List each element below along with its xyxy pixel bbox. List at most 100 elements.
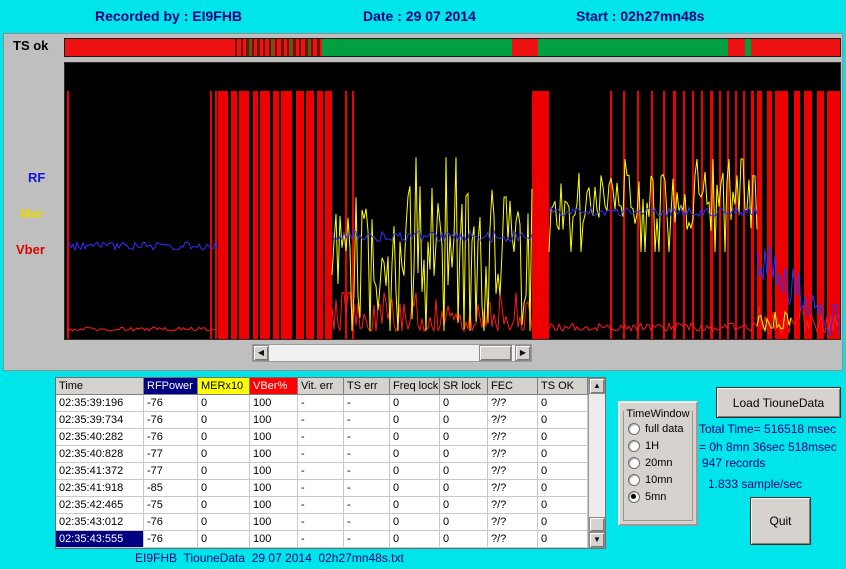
- column-header-freq-lock[interactable]: Freq lock: [390, 378, 440, 395]
- table-cell[interactable]: 0: [390, 446, 440, 463]
- table-cell[interactable]: 0: [538, 514, 588, 531]
- table-row[interactable]: 02:35:40:828-770100--00?/?0: [56, 446, 588, 463]
- table-cell[interactable]: 0: [538, 463, 588, 480]
- table-cell[interactable]: -: [298, 446, 344, 463]
- column-header-sr-lock[interactable]: SR lock: [440, 378, 488, 395]
- scroll-up-button[interactable]: ▲: [589, 378, 605, 394]
- table-cell[interactable]: 0: [390, 429, 440, 446]
- table-row[interactable]: 02:35:43:012-760100--00?/?0: [56, 514, 588, 531]
- table-cell[interactable]: 100: [250, 412, 298, 429]
- table-cell[interactable]: ?/?: [488, 531, 538, 548]
- table-cell[interactable]: 100: [250, 531, 298, 548]
- table-cell[interactable]: -: [344, 514, 390, 531]
- table-cell[interactable]: -: [344, 531, 390, 548]
- table-cell[interactable]: -: [298, 395, 344, 412]
- table-cell[interactable]: 0: [198, 531, 250, 548]
- table-cell[interactable]: 0: [390, 514, 440, 531]
- scrollbar-thumb[interactable]: [589, 517, 605, 532]
- table-cell[interactable]: 02:35:42:465: [56, 497, 144, 514]
- table-cell[interactable]: -: [344, 480, 390, 497]
- table-cell[interactable]: -76: [144, 412, 198, 429]
- table-cell[interactable]: 100: [250, 514, 298, 531]
- table-cell[interactable]: -: [344, 463, 390, 480]
- table-cell[interactable]: 100: [250, 446, 298, 463]
- table-cell[interactable]: -77: [144, 446, 198, 463]
- table-cell[interactable]: 0: [198, 497, 250, 514]
- table-cell[interactable]: 02:35:39:196: [56, 395, 144, 412]
- table-cell[interactable]: ?/?: [488, 395, 538, 412]
- table-cell[interactable]: 0: [440, 446, 488, 463]
- table-cell[interactable]: 0: [538, 429, 588, 446]
- table-cell[interactable]: ?/?: [488, 429, 538, 446]
- table-cell[interactable]: 0: [440, 412, 488, 429]
- table-row[interactable]: 02:35:41:372-770100--00?/?0: [56, 463, 588, 480]
- load-tiounedata-button[interactable]: Load TiouneData: [716, 387, 841, 418]
- table-cell[interactable]: 0: [198, 514, 250, 531]
- column-header-vber-[interactable]: VBer%: [250, 378, 298, 395]
- table-cell[interactable]: 0: [538, 446, 588, 463]
- chart-scrollbar[interactable]: ◀ ▶: [252, 344, 532, 362]
- table-cell[interactable]: 0: [440, 531, 488, 548]
- table-cell[interactable]: 0: [390, 395, 440, 412]
- timewindow-option-20mn[interactable]: 20mn: [628, 454, 684, 471]
- quit-button[interactable]: Quit: [750, 497, 811, 545]
- table-cell[interactable]: 0: [390, 463, 440, 480]
- table-cell[interactable]: 0: [440, 463, 488, 480]
- table-row[interactable]: 02:35:43:555-760100--00?/?0: [56, 531, 588, 548]
- scroll-right-button[interactable]: ▶: [515, 345, 531, 361]
- table-cell[interactable]: -: [344, 412, 390, 429]
- column-header-rfpower[interactable]: RFPower: [144, 378, 198, 395]
- column-header-ts-err[interactable]: TS err: [344, 378, 390, 395]
- timewindow-option-5mn[interactable]: 5mn: [628, 488, 684, 505]
- table-row[interactable]: 02:35:41:918-850100--00?/?0: [56, 480, 588, 497]
- table-cell[interactable]: -: [298, 463, 344, 480]
- timewindow-option-1H[interactable]: 1H: [628, 437, 684, 454]
- table-cell[interactable]: 0: [538, 480, 588, 497]
- table-cell[interactable]: 0: [440, 395, 488, 412]
- table-cell[interactable]: -: [344, 497, 390, 514]
- table-cell[interactable]: 100: [250, 480, 298, 497]
- table-cell[interactable]: -: [344, 446, 390, 463]
- table-cell[interactable]: 02:35:41:918: [56, 480, 144, 497]
- table-cell[interactable]: ?/?: [488, 480, 538, 497]
- table-cell[interactable]: 0: [198, 480, 250, 497]
- table-cell[interactable]: -: [298, 412, 344, 429]
- table-row[interactable]: 02:35:42:465-750100--00?/?0: [56, 497, 588, 514]
- table-cell[interactable]: 0: [390, 497, 440, 514]
- table-cell[interactable]: -: [298, 429, 344, 446]
- table-cell[interactable]: -85: [144, 480, 198, 497]
- timewindow-option-10mn[interactable]: 10mn: [628, 471, 684, 488]
- table-cell[interactable]: -: [298, 531, 344, 548]
- table-cell[interactable]: -: [344, 395, 390, 412]
- table-cell[interactable]: 0: [440, 514, 488, 531]
- column-header-time[interactable]: Time: [56, 378, 144, 395]
- table-cell[interactable]: 02:35:41:372: [56, 463, 144, 480]
- table-cell[interactable]: 02:35:39:734: [56, 412, 144, 429]
- table-cell[interactable]: -: [298, 497, 344, 514]
- table-cell[interactable]: -: [298, 480, 344, 497]
- table-row[interactable]: 02:35:39:734-760100--00?/?0: [56, 412, 588, 429]
- table-row[interactable]: 02:35:40:282-760100--00?/?0: [56, 429, 588, 446]
- table-cell[interactable]: 0: [538, 531, 588, 548]
- table-cell[interactable]: -76: [144, 514, 198, 531]
- table-cell[interactable]: 02:35:40:828: [56, 446, 144, 463]
- column-header-vit-err[interactable]: Vit. err: [298, 378, 344, 395]
- table-cell[interactable]: 0: [538, 395, 588, 412]
- column-header-merx10[interactable]: MERx10: [198, 378, 250, 395]
- table-cell[interactable]: ?/?: [488, 446, 538, 463]
- table-cell[interactable]: 100: [250, 429, 298, 446]
- table-cell[interactable]: ?/?: [488, 463, 538, 480]
- table-cell[interactable]: -77: [144, 463, 198, 480]
- table-cell[interactable]: 0: [198, 412, 250, 429]
- scroll-left-button[interactable]: ◀: [253, 345, 269, 361]
- table-cell[interactable]: 02:35:40:282: [56, 429, 144, 446]
- table-cell[interactable]: -: [298, 514, 344, 531]
- table-cell[interactable]: -76: [144, 429, 198, 446]
- column-header-ts-ok[interactable]: TS OK: [538, 378, 588, 395]
- table-cell[interactable]: 0: [198, 429, 250, 446]
- table-cell[interactable]: 0: [198, 446, 250, 463]
- table-cell[interactable]: -76: [144, 395, 198, 412]
- table-cell[interactable]: 0: [198, 463, 250, 480]
- scrollbar-thumb[interactable]: [479, 345, 512, 361]
- table-cell[interactable]: ?/?: [488, 514, 538, 531]
